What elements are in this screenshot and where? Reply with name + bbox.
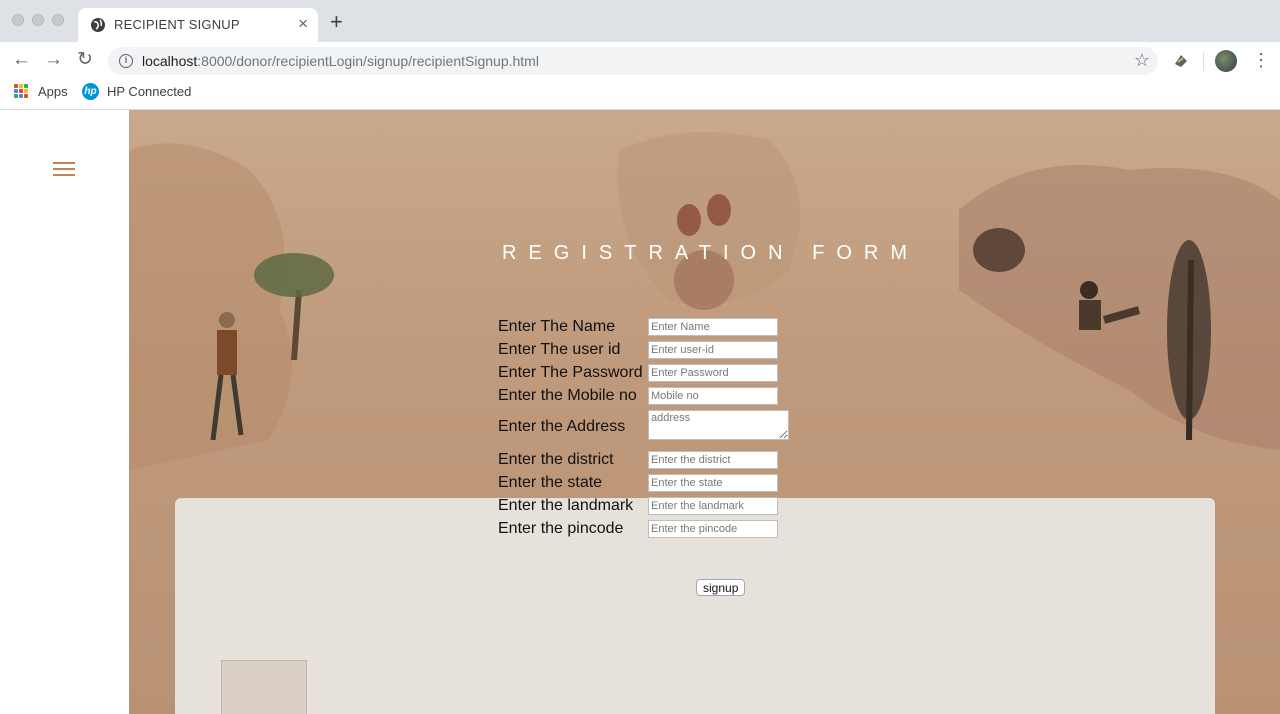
name-input[interactable] (648, 318, 778, 336)
toolbar-separator (1203, 53, 1204, 71)
bookmark-star-icon[interactable]: ☆ (1134, 50, 1150, 71)
new-tab-button[interactable]: + (330, 11, 343, 33)
state-input[interactable] (648, 474, 778, 492)
field-label: Enter the Mobile no (498, 387, 637, 404)
registration-form-title: REGISTRATION FORM (502, 242, 919, 264)
profile-avatar[interactable] (1215, 50, 1237, 72)
field-label: Enter the Address (498, 418, 626, 435)
bookmarks-bar: Apps hp HP Connected (0, 80, 1280, 110)
window-close-dot[interactable] (12, 14, 24, 26)
address-bar[interactable]: i localhost:8000/donor/recipientLogin/si… (108, 47, 1158, 75)
apps-grid-icon[interactable] (14, 84, 28, 98)
hp-logo-icon: hp (82, 83, 99, 100)
mobile-input[interactable] (648, 387, 778, 405)
info-icon[interactable]: i (119, 54, 133, 68)
bookmark-apps[interactable]: Apps (38, 84, 68, 99)
field-label: Enter the pincode (498, 520, 624, 537)
active-tab[interactable]: RECIPIENT SIGNUP × (78, 8, 318, 42)
signup-button[interactable]: signup (696, 579, 746, 596)
url-text[interactable]: localhost:8000/donor/recipientLogin/sign… (142, 53, 539, 69)
plaster-fragment (221, 660, 307, 714)
close-tab-icon[interactable]: × (298, 14, 308, 34)
address-textarea[interactable] (648, 410, 789, 440)
window-minimize-dot[interactable] (32, 14, 44, 26)
reload-icon[interactable]: ↻ (77, 50, 93, 70)
hamburger-menu-icon[interactable] (53, 162, 75, 177)
window-zoom-dot[interactable] (52, 14, 64, 26)
landmark-input[interactable] (648, 497, 778, 515)
url-host: localhost (142, 53, 198, 69)
field-label: Enter the state (498, 474, 603, 491)
district-input[interactable] (648, 451, 778, 469)
page-content: REGISTRATION FORM Enter The Name Enter T… (0, 110, 1280, 714)
tab-title: RECIPIENT SIGNUP (114, 17, 240, 32)
url-path: :8000/donor/recipientLogin/signup/recipi… (197, 53, 539, 69)
menu-kebab-icon[interactable]: ⋮ (1252, 50, 1270, 70)
field-label: Enter The user id (498, 341, 621, 358)
fresco-background: REGISTRATION FORM Enter The Name Enter T… (129, 110, 1280, 714)
password-input[interactable] (648, 364, 778, 382)
field-label: Enter The Name (498, 318, 616, 335)
field-label: Enter The Password (498, 364, 643, 381)
browser-toolbar: ← → ↻ i localhost:8000/donor/recipientLo… (0, 42, 1280, 80)
browser-tabstrip: RECIPIENT SIGNUP × + (0, 0, 1280, 42)
back-arrow-icon[interactable]: ← (12, 50, 31, 70)
sidebar (0, 110, 129, 714)
extension-icon[interactable] (1172, 52, 1190, 70)
forward-arrow-icon[interactable]: → (44, 50, 63, 70)
field-label: Enter the landmark (498, 497, 634, 514)
userid-input[interactable] (648, 341, 778, 359)
field-label: Enter the district (498, 451, 614, 468)
pincode-input[interactable] (648, 520, 778, 538)
bookmark-hp-connected[interactable]: HP Connected (107, 84, 191, 99)
globe-icon (91, 18, 105, 32)
